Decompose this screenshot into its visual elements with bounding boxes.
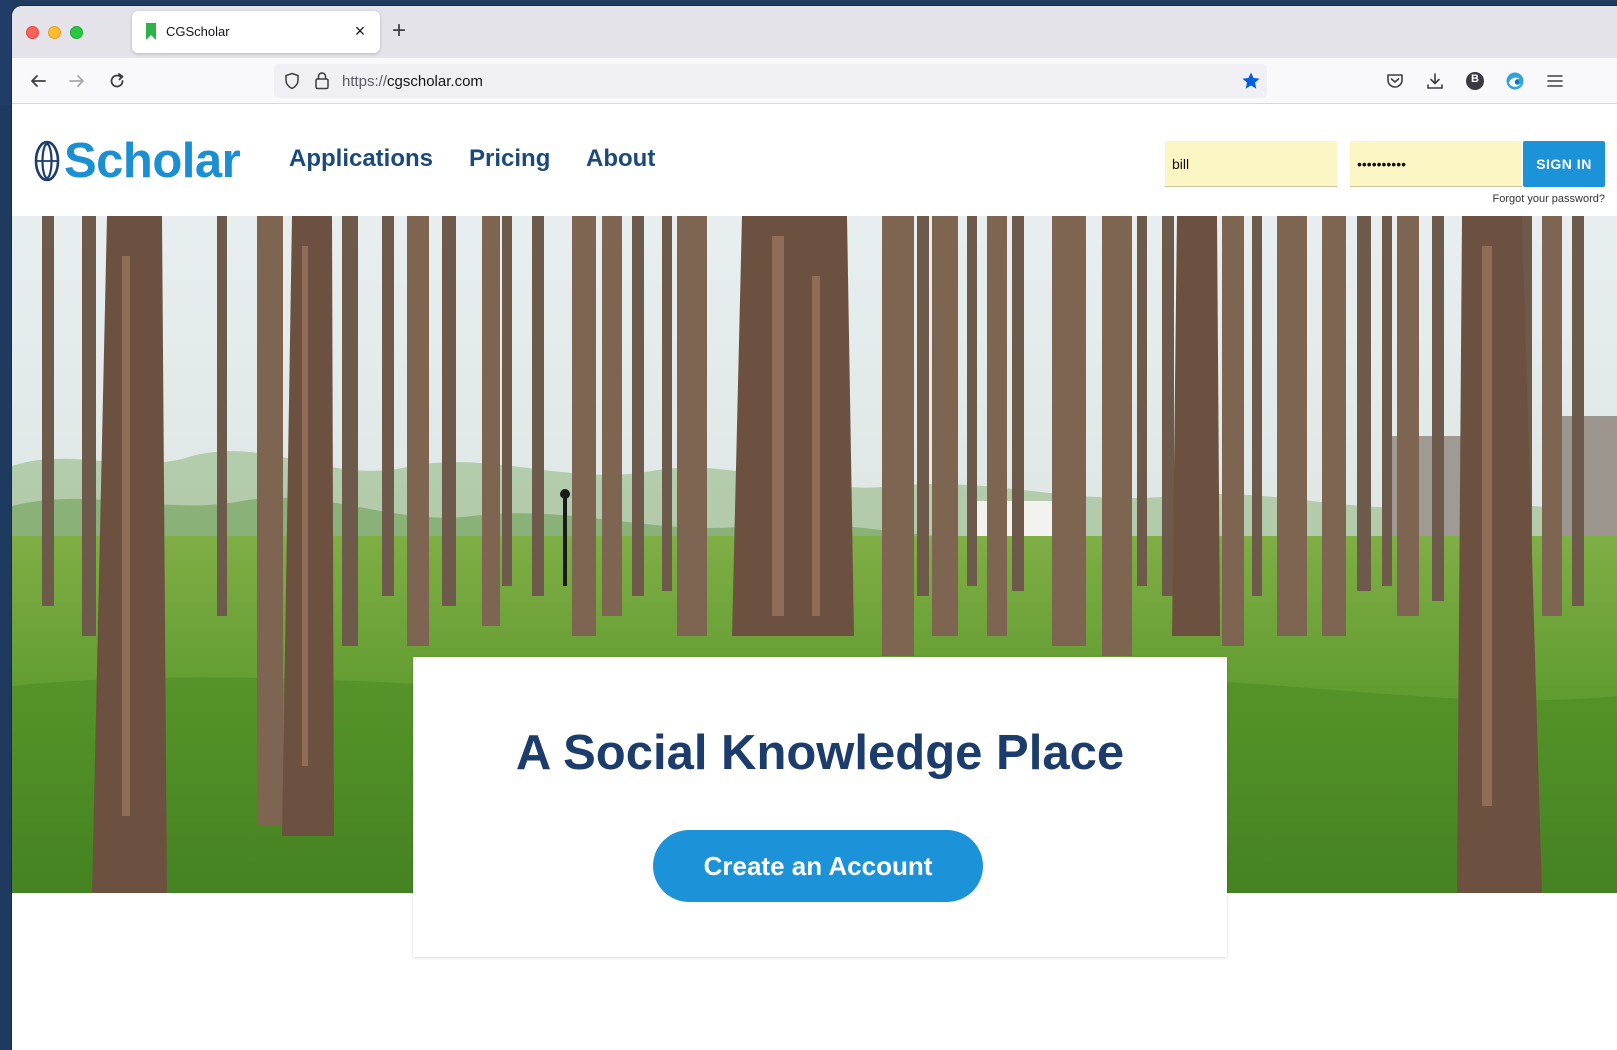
browser-window: CGScholar × + https://cgscholar.com B Sc… (12, 6, 1617, 1050)
sign-in-button[interactable]: SIGN IN (1523, 141, 1605, 187)
username-input[interactable] (1165, 141, 1337, 187)
nav-applications[interactable]: Applications (289, 145, 433, 173)
desktop-background (0, 0, 12, 105)
forward-button[interactable] (64, 68, 90, 94)
forgot-password-link[interactable]: Forgot your password? (1493, 193, 1606, 205)
profile-initial: B (1471, 73, 1479, 85)
tab-close-icon[interactable]: × (350, 20, 370, 42)
site-header: Scholar Applications Pricing About SIGN … (12, 105, 1617, 216)
hero-headline: A Social Knowledge Place (515, 726, 1125, 780)
web-page: Scholar Applications Pricing About SIGN … (12, 105, 1617, 1050)
tab-cgscholar[interactable]: CGScholar × (132, 11, 380, 53)
hamburger-menu-icon (1547, 75, 1563, 87)
profile-button[interactable]: B (1462, 68, 1488, 94)
navigation-toolbar: https://cgscholar.com B (12, 58, 1617, 104)
arrow-right-icon (69, 75, 84, 87)
reload-button[interactable] (104, 68, 130, 94)
arrow-left-icon (31, 75, 46, 87)
downloads-button[interactable] (1422, 68, 1448, 94)
lock-icon[interactable] (314, 71, 330, 90)
maximize-window-button[interactable] (70, 26, 83, 39)
bookmark-star-icon[interactable] (1241, 71, 1261, 91)
create-account-button[interactable]: Create an Account (653, 830, 983, 902)
url-text[interactable]: https://cgscholar.com (342, 73, 483, 90)
tab-title: CGScholar (166, 24, 230, 39)
extension-button[interactable] (1502, 68, 1528, 94)
tab-bar: CGScholar × + (12, 6, 1617, 58)
pocket-icon (1387, 74, 1403, 88)
pocket-button[interactable] (1382, 68, 1408, 94)
site-logo[interactable]: Scholar (34, 133, 241, 189)
hero-card: A Social Knowledge Place Create an Accou… (413, 657, 1227, 957)
shield-icon[interactable] (283, 72, 301, 90)
download-icon (1427, 73, 1443, 89)
scholar-logo-mark-icon (34, 140, 60, 182)
password-input[interactable] (1350, 141, 1522, 187)
url-bar[interactable]: https://cgscholar.com (274, 64, 1267, 98)
nav-about[interactable]: About (586, 145, 655, 173)
back-button[interactable] (25, 68, 51, 94)
menu-button[interactable] (1542, 68, 1568, 94)
url-host: cgscholar.com (387, 73, 483, 90)
new-tab-button[interactable]: + (392, 18, 406, 44)
logo-text: Scholar (64, 134, 241, 188)
bookmark-favicon-icon (146, 23, 156, 40)
edge-extension-icon (1506, 72, 1524, 90)
nav-pricing[interactable]: Pricing (469, 145, 550, 173)
close-window-button[interactable] (26, 26, 39, 39)
reload-icon (110, 73, 124, 88)
url-scheme: https:// (342, 73, 388, 90)
minimize-window-button[interactable] (48, 26, 61, 39)
